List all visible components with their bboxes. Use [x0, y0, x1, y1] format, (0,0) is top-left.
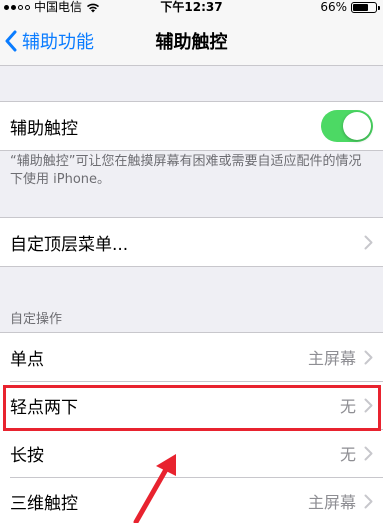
- action-value: 无: [339, 445, 356, 464]
- top-menu-group: 自定顶层菜单...: [0, 217, 383, 267]
- customize-top-menu-row[interactable]: 自定顶层菜单...: [0, 218, 383, 266]
- action-row-double-tap[interactable]: 轻点两下 无: [0, 381, 383, 429]
- assistive-touch-group: 辅助触控: [0, 101, 383, 151]
- chevron-right-icon: [364, 235, 373, 249]
- assistive-touch-footnote: “辅助触控”可让您在触摸屏幕有困难或需要自适应配件的情况下使用 iPhone。: [10, 154, 362, 187]
- action-label: 长按: [10, 445, 44, 466]
- action-value: 主屏幕: [307, 493, 356, 512]
- page-title: 辅助触控: [155, 32, 228, 53]
- status-bar: 中国电信 下午12:37 66%: [0, 0, 383, 14]
- action-row-single-tap[interactable]: 单点 主屏幕: [0, 333, 383, 381]
- custom-actions-header: 自定操作: [10, 312, 63, 327]
- action-label: 三维触控: [10, 493, 78, 514]
- custom-actions-group: 单点 主屏幕 轻点两下 无 长按 无 三维触控 主屏幕: [0, 332, 383, 523]
- assistive-touch-row: 辅助触控: [0, 102, 383, 150]
- action-row-3d-touch[interactable]: 三维触控 主屏幕: [0, 477, 383, 523]
- action-label: 单点: [10, 349, 44, 370]
- action-value: 无: [339, 397, 356, 416]
- navigation-bar: 辅助功能 辅助触控: [0, 14, 383, 66]
- action-label: 轻点两下: [10, 397, 78, 418]
- battery-fill: [353, 3, 368, 11]
- status-right: 66%: [320, 0, 380, 14]
- customize-top-menu-label: 自定顶层菜单...: [10, 234, 129, 255]
- battery-icon: [351, 1, 380, 13]
- action-row-long-press[interactable]: 长按 无: [0, 429, 383, 477]
- assistive-touch-label: 辅助触控: [10, 118, 78, 139]
- assistive-touch-toggle[interactable]: [321, 110, 373, 142]
- chevron-right-icon: [364, 494, 373, 508]
- chevron-right-icon: [364, 446, 373, 460]
- chevron-right-icon: [364, 398, 373, 412]
- chevron-right-icon: [364, 350, 373, 364]
- toggle-knob: [343, 112, 371, 140]
- battery-percent: 66%: [320, 0, 347, 14]
- action-value: 主屏幕: [307, 349, 356, 368]
